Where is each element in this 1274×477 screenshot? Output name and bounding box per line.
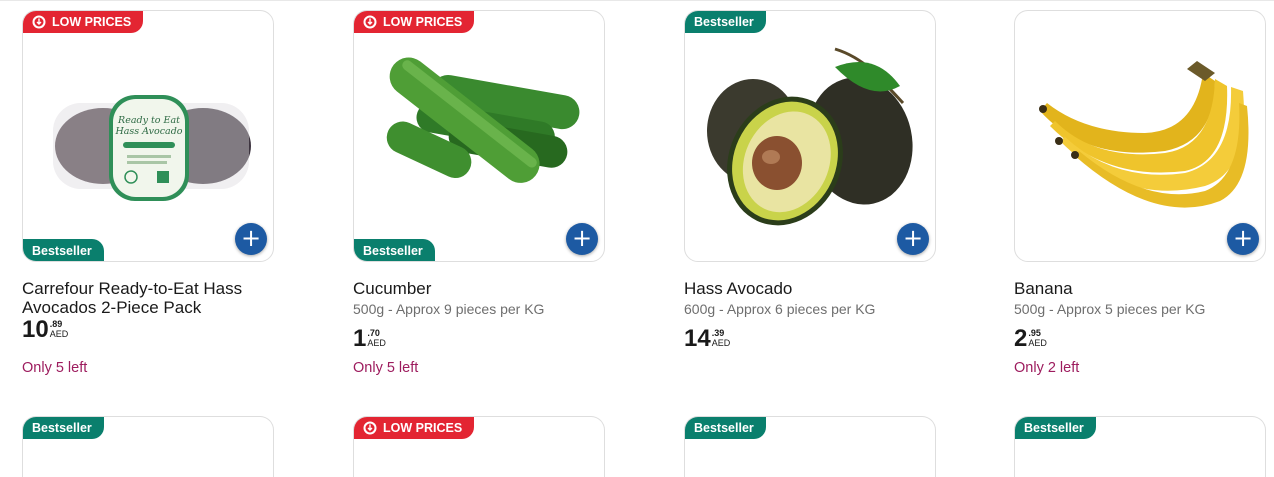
product-image-cucumber	[386, 57, 580, 183]
add-to-cart-button[interactable]: +	[566, 223, 598, 255]
price-currency: AED	[1028, 338, 1047, 348]
product-title[interactable]: Carrefour Ready-to-Eat Hass Avocados 2-P…	[22, 279, 284, 317]
price-integer: 14	[684, 325, 711, 352]
product-image-avocado	[707, 47, 913, 226]
price-currency: AED	[49, 329, 69, 339]
product-weight: 500g - Approx 9 pieces per KG	[353, 301, 545, 317]
package-label-line1: Ready to Eat	[117, 115, 180, 126]
price-currency: AED	[367, 338, 386, 348]
product-image-box[interactable]: LOW PRICES	[353, 416, 605, 477]
product-title[interactable]: Banana	[1014, 279, 1274, 298]
product-image-box[interactable]: +	[1014, 10, 1266, 262]
bestseller-badge: Bestseller	[685, 11, 766, 33]
bestseller-badge: Bestseller	[354, 239, 435, 261]
badge-label: LOW PRICES	[383, 420, 463, 435]
product-price: 14 .39 AED	[684, 326, 730, 352]
product-image-box[interactable]: LOW PRICES Bestseller +	[353, 10, 605, 262]
add-to-cart-button[interactable]: +	[1227, 223, 1259, 255]
price-cents: .95	[1028, 328, 1041, 338]
stock-status: Only 5 left	[22, 360, 88, 376]
low-prices-badge: LOW PRICES	[354, 11, 475, 33]
bestseller-badge: Bestseller	[23, 417, 104, 439]
product-weight: 600g - Approx 6 pieces per KG	[684, 301, 876, 317]
product-image-box[interactable]: Bestseller	[684, 416, 936, 477]
product-image-banana	[1039, 61, 1249, 208]
price-currency: AED	[711, 338, 731, 348]
bestseller-badge: Bestseller	[23, 239, 104, 261]
bestseller-badge: Bestseller	[685, 417, 766, 439]
product-price: 10 .89 AED	[22, 317, 68, 343]
stock-status: Only 5 left	[353, 360, 419, 376]
price-integer: 1	[353, 325, 367, 352]
add-to-cart-button[interactable]: +	[897, 223, 929, 255]
add-to-cart-button[interactable]: +	[235, 223, 267, 255]
price-cents: .89	[49, 319, 63, 329]
product-price: 1 .70 AED	[353, 326, 386, 352]
product-price: 2 .95 AED	[1014, 326, 1047, 352]
badge-label: LOW PRICES	[52, 14, 132, 29]
product-image-avocado-pack: Ready to Eat Hass Avocado	[53, 95, 251, 201]
product-title[interactable]: Hass Avocado	[684, 279, 946, 298]
package-label-line2: Hass Avocado	[114, 126, 182, 137]
low-prices-badge: LOW PRICES	[354, 417, 475, 439]
low-price-tag-icon	[363, 15, 377, 28]
product-image-box[interactable]: Ready to Eat Hass Avocado LOW PRICES Bes…	[22, 10, 274, 262]
top-divider	[0, 0, 1274, 1]
low-price-tag-icon	[363, 421, 377, 434]
price-integer: 10	[22, 316, 49, 343]
product-title[interactable]: Cucumber	[353, 279, 615, 298]
product-weight: 500g - Approx 5 pieces per KG	[1014, 301, 1206, 317]
price-cents: .70	[367, 328, 380, 338]
stock-status: Only 2 left	[1014, 360, 1080, 376]
price-cents: .39	[711, 328, 725, 338]
product-image-box[interactable]: Bestseller	[22, 416, 274, 477]
badge-label: LOW PRICES	[383, 14, 463, 29]
price-integer: 2	[1014, 325, 1028, 352]
product-image-box[interactable]: Bestseller	[1014, 416, 1266, 477]
product-image-box[interactable]: Bestseller +	[684, 10, 936, 262]
low-prices-badge: LOW PRICES	[23, 11, 144, 33]
bestseller-badge: Bestseller	[1015, 417, 1096, 439]
low-price-tag-icon	[32, 15, 46, 28]
